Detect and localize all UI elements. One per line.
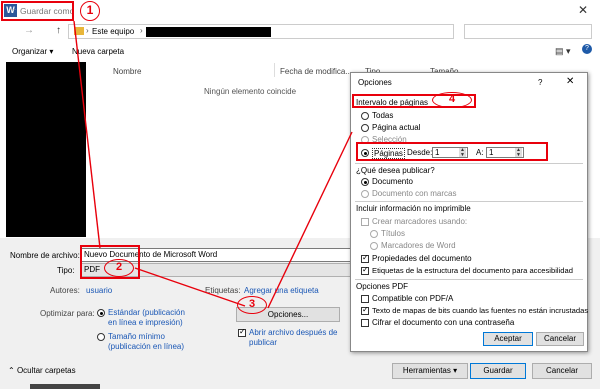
annotation-lines [73, 20, 353, 309]
